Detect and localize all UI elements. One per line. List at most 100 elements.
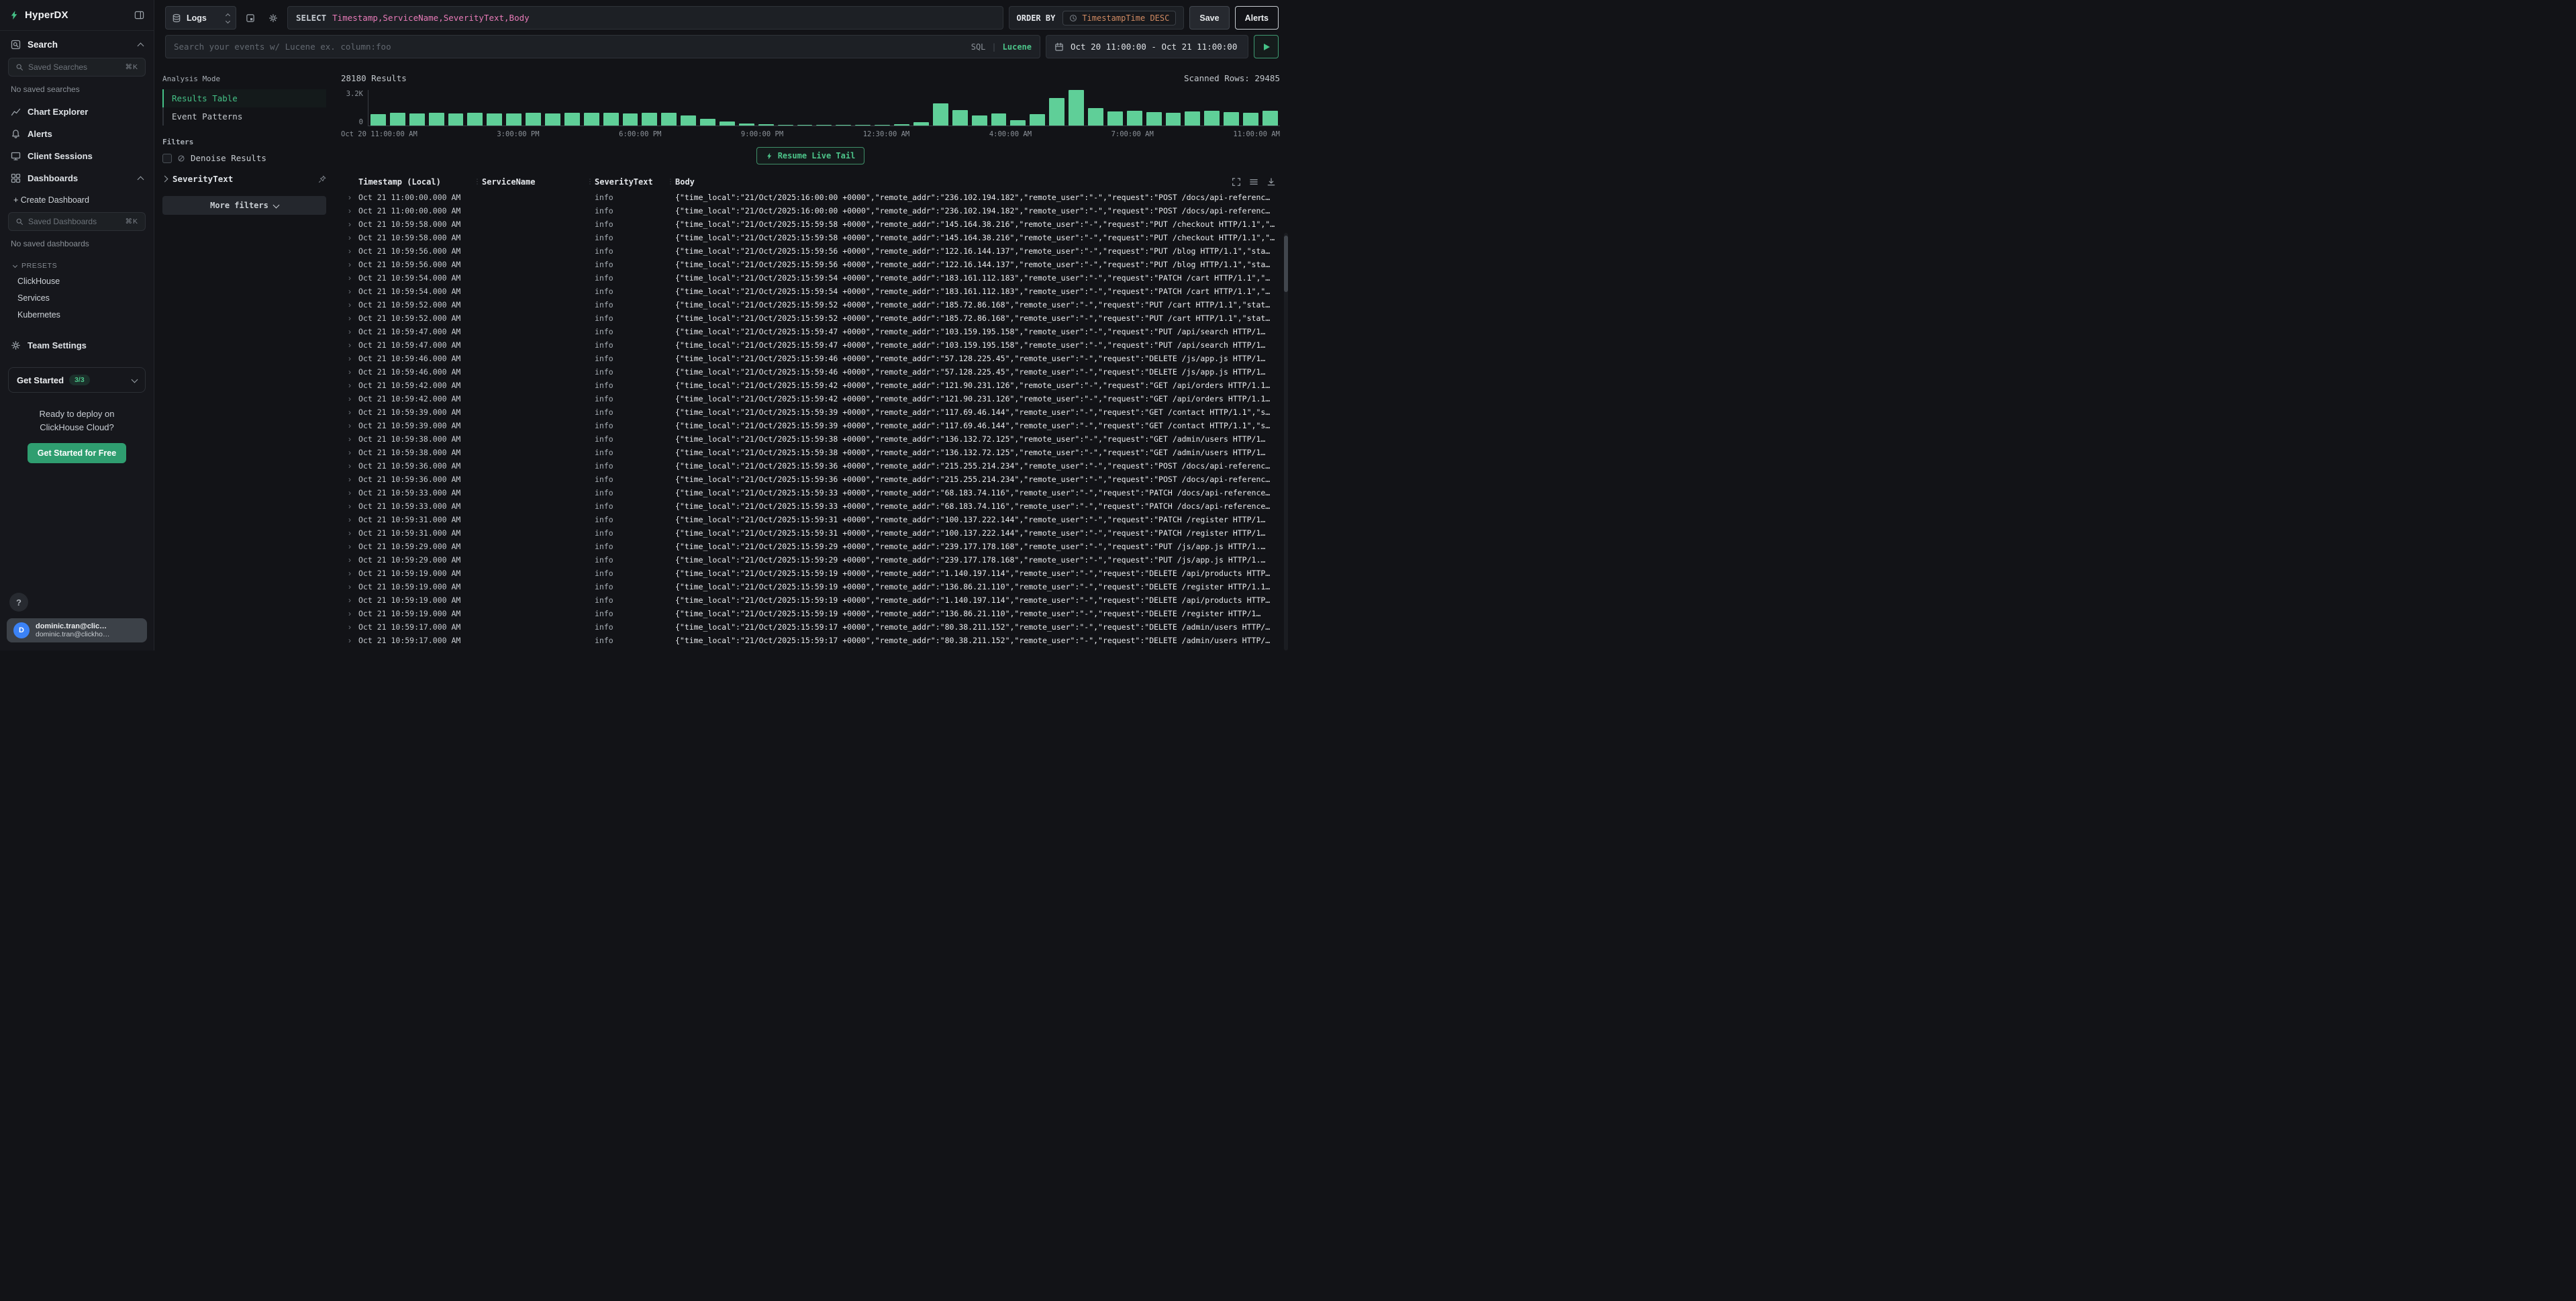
column-resize-handle[interactable]: ⋮	[587, 178, 593, 185]
row-expand-icon[interactable]: ›	[341, 246, 358, 256]
table-row[interactable]: ›Oct 21 10:59:29.000 AMinfo{"time_local"…	[341, 540, 1280, 553]
row-expand-icon[interactable]: ›	[341, 220, 358, 229]
get-started-card[interactable]: Get Started 3/3	[8, 367, 146, 393]
row-expand-icon[interactable]: ›	[341, 501, 358, 511]
table-row[interactable]: ›Oct 21 11:00:00.000 AMinfo{"time_local"…	[341, 191, 1280, 204]
table-row[interactable]: ›Oct 21 10:59:19.000 AMinfo{"time_local"…	[341, 567, 1280, 580]
column-resize-handle[interactable]: ⋮	[474, 178, 481, 185]
row-expand-icon[interactable]: ›	[341, 555, 358, 565]
table-row[interactable]: ›Oct 21 10:59:17.000 AMinfo{"time_local"…	[341, 620, 1280, 634]
col-servicename[interactable]: ⋮ServiceName	[473, 177, 585, 187]
presets-toggle[interactable]: PRESETS	[0, 255, 154, 273]
table-row[interactable]: ›Oct 21 10:59:52.000 AMinfo{"time_local"…	[341, 311, 1280, 325]
row-expand-icon[interactable]: ›	[341, 193, 358, 202]
get-started-free-button[interactable]: Get Started for Free	[28, 443, 126, 463]
row-expand-icon[interactable]: ›	[341, 273, 358, 283]
mode-results-table[interactable]: Results Table	[162, 89, 326, 107]
table-row[interactable]: ›Oct 21 10:59:52.000 AMinfo{"time_local"…	[341, 298, 1280, 311]
preset-services[interactable]: Services	[0, 290, 154, 307]
app-logo[interactable]: HyperDX	[9, 9, 68, 21]
row-expand-icon[interactable]: ›	[341, 528, 358, 538]
table-row[interactable]: ›Oct 21 10:59:46.000 AMinfo{"time_local"…	[341, 365, 1280, 379]
table-row[interactable]: ›Oct 21 10:59:36.000 AMinfo{"time_local"…	[341, 473, 1280, 486]
row-expand-icon[interactable]: ›	[341, 300, 358, 309]
row-expand-icon[interactable]: ›	[341, 206, 358, 215]
row-expand-icon[interactable]: ›	[341, 233, 358, 242]
table-row[interactable]: ›Oct 21 10:59:47.000 AMinfo{"time_local"…	[341, 338, 1280, 352]
views-icon[interactable]	[242, 6, 259, 30]
row-expand-icon[interactable]: ›	[341, 582, 358, 591]
row-expand-icon[interactable]: ›	[341, 636, 358, 645]
row-expand-icon[interactable]: ›	[341, 314, 358, 323]
chevron-up-icon[interactable]	[138, 42, 144, 49]
table-row[interactable]: ›Oct 21 10:59:54.000 AMinfo{"time_local"…	[341, 285, 1280, 298]
table-row[interactable]: ›Oct 21 10:59:17.000 AMinfo{"time_local"…	[341, 634, 1280, 647]
row-expand-icon[interactable]: ›	[341, 421, 358, 430]
table-row[interactable]: ›Oct 21 10:59:19.000 AMinfo{"time_local"…	[341, 607, 1280, 620]
sidebar-collapse-icon[interactable]	[134, 10, 144, 20]
create-dashboard-button[interactable]: + Create Dashboard	[0, 189, 154, 211]
col-severitytext[interactable]: ⋮SeverityText	[585, 177, 666, 187]
table-row[interactable]: ›Oct 21 10:59:39.000 AMinfo{"time_local"…	[341, 405, 1280, 419]
sidebar-item-dashboards[interactable]: Dashboards	[0, 167, 154, 189]
table-row[interactable]: ›Oct 21 10:59:42.000 AMinfo{"time_local"…	[341, 379, 1280, 392]
table-row[interactable]: ›Oct 21 11:00:00.000 AMinfo{"time_local"…	[341, 204, 1280, 218]
histogram-bars[interactable]	[368, 90, 1280, 126]
row-expand-icon[interactable]: ›	[341, 407, 358, 417]
facet-severitytext[interactable]: SeverityText	[162, 174, 326, 184]
resume-live-tail-button[interactable]: Resume Live Tail	[756, 147, 865, 164]
language-sql[interactable]: SQL	[971, 42, 986, 52]
row-expand-icon[interactable]: ›	[341, 488, 358, 497]
sidebar-item-search[interactable]: Search	[0, 31, 154, 56]
table-row[interactable]: ›Oct 21 10:59:31.000 AMinfo{"time_local"…	[341, 513, 1280, 526]
table-row[interactable]: ›Oct 21 10:59:31.000 AMinfo{"time_local"…	[341, 526, 1280, 540]
table-scrollbar[interactable]	[1284, 233, 1288, 650]
sidebar-item-client-sessions[interactable]: Client Sessions	[0, 145, 154, 167]
date-range-picker[interactable]: Oct 20 11:00:00 - Oct 21 11:00:00	[1046, 35, 1248, 58]
more-filters-button[interactable]: More filters	[162, 196, 326, 215]
row-expand-icon[interactable]: ›	[341, 327, 358, 336]
row-expand-icon[interactable]: ›	[341, 381, 358, 390]
alerts-button[interactable]: Alerts	[1235, 6, 1279, 30]
download-icon[interactable]	[1267, 177, 1276, 187]
scrollbar-thumb[interactable]	[1284, 236, 1288, 292]
sidebar-item-alerts[interactable]: Alerts	[0, 123, 154, 145]
row-expand-icon[interactable]: ›	[341, 542, 358, 551]
sidebar-item-chart-explorer[interactable]: Chart Explorer	[0, 101, 154, 123]
row-expand-icon[interactable]: ›	[341, 595, 358, 605]
table-row[interactable]: ›Oct 21 10:59:38.000 AMinfo{"time_local"…	[341, 446, 1280, 459]
row-expand-icon[interactable]: ›	[341, 461, 358, 471]
col-timestamp[interactable]: Timestamp (Local)	[358, 177, 473, 187]
sidebar-item-team-settings[interactable]: Team Settings	[0, 334, 154, 356]
row-expand-icon[interactable]: ›	[341, 515, 358, 524]
help-button[interactable]: ?	[9, 593, 28, 612]
row-expand-icon[interactable]: ›	[341, 622, 358, 632]
columns-icon[interactable]	[1249, 177, 1258, 187]
row-expand-icon[interactable]: ›	[341, 569, 358, 578]
row-expand-icon[interactable]: ›	[341, 287, 358, 296]
table-row[interactable]: ›Oct 21 10:59:19.000 AMinfo{"time_local"…	[341, 580, 1280, 593]
row-expand-icon[interactable]: ›	[341, 367, 358, 377]
table-row[interactable]: ›Oct 21 10:59:54.000 AMinfo{"time_local"…	[341, 271, 1280, 285]
table-row[interactable]: ›Oct 21 10:59:58.000 AMinfo{"time_local"…	[341, 231, 1280, 244]
table-row[interactable]: ›Oct 21 10:59:19.000 AMinfo{"time_local"…	[341, 593, 1280, 607]
table-row[interactable]: ›Oct 21 10:59:38.000 AMinfo{"time_local"…	[341, 432, 1280, 446]
denoise-results-toggle[interactable]: Denoise Results	[162, 153, 326, 163]
row-expand-icon[interactable]: ›	[341, 475, 358, 484]
col-body[interactable]: ⋮Body	[666, 177, 1280, 187]
column-resize-handle[interactable]: ⋮	[667, 178, 674, 185]
events-histogram[interactable]: 3.2K 0	[341, 90, 1280, 126]
table-row[interactable]: ›Oct 21 10:59:29.000 AMinfo{"time_local"…	[341, 553, 1280, 567]
table-row[interactable]: ›Oct 21 10:59:46.000 AMinfo{"time_local"…	[341, 352, 1280, 365]
chevron-down-icon[interactable]	[132, 376, 138, 383]
row-expand-icon[interactable]: ›	[341, 434, 358, 444]
expand-icon[interactable]	[1232, 177, 1241, 187]
preset-clickhouse[interactable]: ClickHouse	[0, 273, 154, 290]
table-row[interactable]: ›Oct 21 10:59:42.000 AMinfo{"time_local"…	[341, 392, 1280, 405]
gear-icon[interactable]	[264, 6, 282, 30]
row-expand-icon[interactable]: ›	[341, 394, 358, 403]
denoise-checkbox[interactable]	[162, 154, 172, 163]
mode-event-patterns[interactable]: Event Patterns	[164, 107, 326, 126]
row-expand-icon[interactable]: ›	[341, 354, 358, 363]
pin-icon[interactable]	[318, 175, 326, 183]
